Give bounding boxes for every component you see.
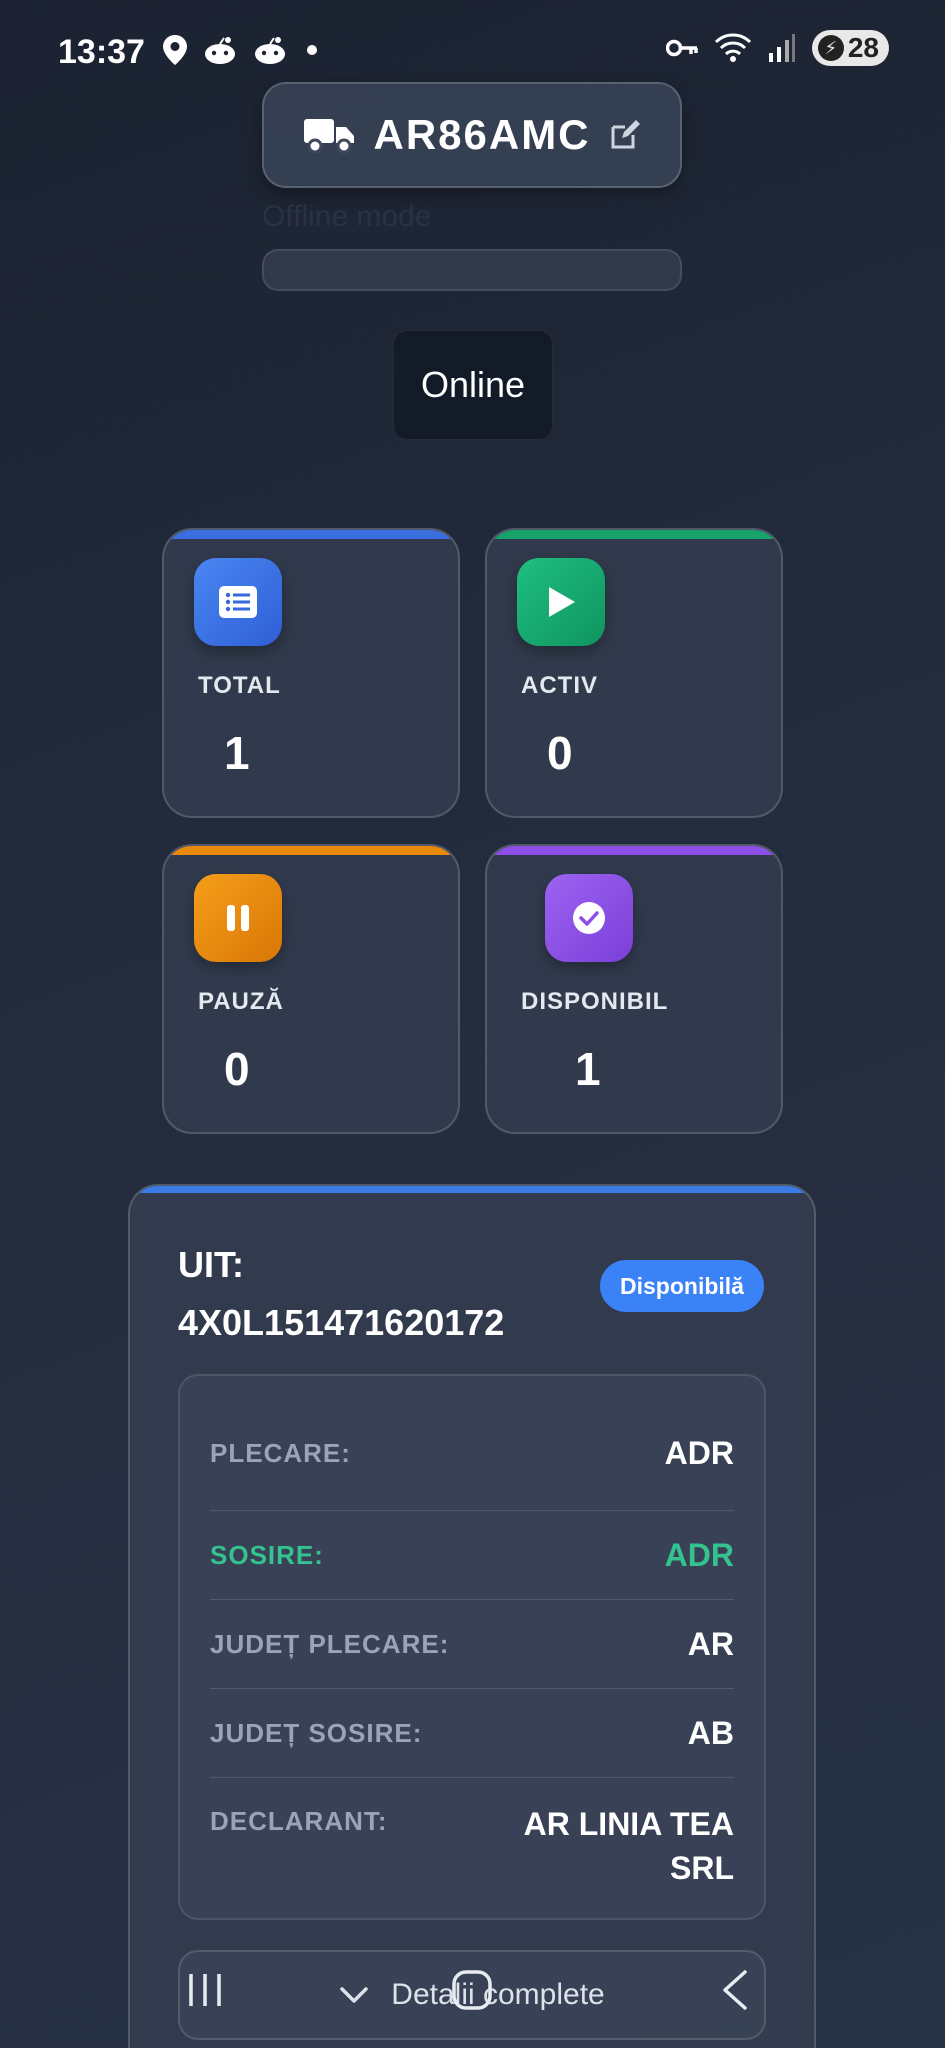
detail-row-sosire: SOSIRE: ADR	[210, 1511, 734, 1600]
stat-card-pause[interactable]: PAUZĂ 0	[162, 844, 460, 1134]
stat-card-active[interactable]: ACTIV 0	[485, 528, 783, 818]
nav-home-button[interactable]	[432, 1950, 512, 2030]
check-circle-icon	[573, 902, 605, 934]
stat-card-accent	[487, 530, 781, 539]
charging-icon: ⚡	[817, 35, 844, 61]
uit-code: 4X0L151471620172	[178, 1302, 505, 1343]
list-icon	[219, 586, 257, 618]
stat-card-accent	[164, 846, 458, 855]
reddit-icon	[255, 37, 285, 64]
signal-icon	[768, 34, 795, 62]
stat-value: 0	[224, 1043, 250, 1095]
uit-title: UIT: 4X0L151471620172	[178, 1236, 504, 1352]
reddit-icon	[205, 37, 235, 64]
stat-card-accent	[487, 846, 781, 855]
battery-level: 28	[847, 32, 879, 63]
status-right-icons: ⚡ 28	[665, 30, 889, 66]
detail-value: AR	[687, 1626, 734, 1662]
stat-label: ACTIV	[521, 672, 598, 699]
key-icon	[665, 39, 698, 57]
location-pin-icon	[163, 35, 187, 65]
pause-icon	[227, 905, 249, 931]
faint-input-bar	[262, 249, 682, 291]
detail-value: AR LINIA TEA SRL	[523, 1806, 734, 1886]
system-nav-bar	[0, 1950, 945, 2030]
detail-value: ADR	[664, 1537, 734, 1573]
stat-label: DISPONIBIL	[521, 988, 669, 1015]
status-badge: Disponibilă	[600, 1260, 764, 1312]
vehicle-plate-number: AR86AMC	[373, 111, 591, 158]
detail-value: AB	[687, 1715, 734, 1751]
stat-label: TOTAL	[198, 672, 281, 699]
stat-value: 1	[575, 1043, 601, 1095]
wifi-icon	[714, 33, 751, 62]
uit-title-label: UIT:	[178, 1244, 244, 1285]
status-left-icons	[162, 34, 322, 66]
play-icon	[549, 587, 575, 617]
stat-card-accent	[164, 530, 458, 539]
status-time: 13:37	[58, 33, 145, 71]
online-status-button[interactable]: Online	[393, 330, 553, 440]
dot-icon	[307, 45, 317, 55]
detail-row-plecare: PLECARE: ADR	[210, 1376, 734, 1511]
stat-icon-box	[545, 874, 633, 962]
nav-back-button[interactable]	[700, 1950, 770, 2030]
stat-card-total[interactable]: TOTAL 1	[162, 528, 460, 818]
detail-key: DECLARANT:	[210, 1806, 388, 1836]
vehicle-plate-button[interactable]: AR86AMC	[262, 82, 682, 188]
stat-label: PAUZĂ	[198, 988, 284, 1015]
detail-key: JUDEȚ SOSIRE:	[210, 1717, 423, 1748]
detail-row-judet-plecare: JUDEȚ PLECARE: AR	[210, 1600, 734, 1689]
stat-card-available[interactable]: DISPONIBIL 1	[485, 844, 783, 1134]
truck-icon	[304, 119, 355, 154]
stat-icon-box	[194, 558, 282, 646]
battery-indicator: ⚡ 28	[811, 30, 889, 66]
detail-key: SOSIRE:	[210, 1539, 324, 1570]
edit-icon[interactable]	[609, 119, 641, 151]
offline-label: Offline mode	[262, 200, 432, 233]
uit-details-box: PLECARE: ADR SOSIRE: ADR JUDEȚ PLECARE: …	[178, 1374, 766, 1920]
uit-card-accent	[130, 1186, 814, 1193]
stat-icon-box	[194, 874, 282, 962]
detail-row-judet-sosire: JUDEȚ SOSIRE: AB	[210, 1689, 734, 1778]
detail-key: PLECARE:	[210, 1437, 351, 1468]
stat-value: 1	[224, 727, 250, 779]
detail-value: ADR	[664, 1435, 734, 1471]
back-icon	[723, 1970, 747, 2010]
detail-row-declarant: DECLARANT: AR LINIA TEA SRL	[210, 1778, 734, 1890]
detail-key: JUDEȚ PLECARE:	[210, 1628, 450, 1659]
nav-recents-button[interactable]	[170, 1950, 240, 2030]
stat-value: 0	[547, 727, 573, 779]
uit-card[interactable]: UIT: 4X0L151471620172 Disponibilă PLECAR…	[128, 1184, 816, 2048]
recents-icon	[189, 1974, 221, 2006]
stat-icon-box	[517, 558, 605, 646]
home-icon	[452, 1970, 492, 2010]
